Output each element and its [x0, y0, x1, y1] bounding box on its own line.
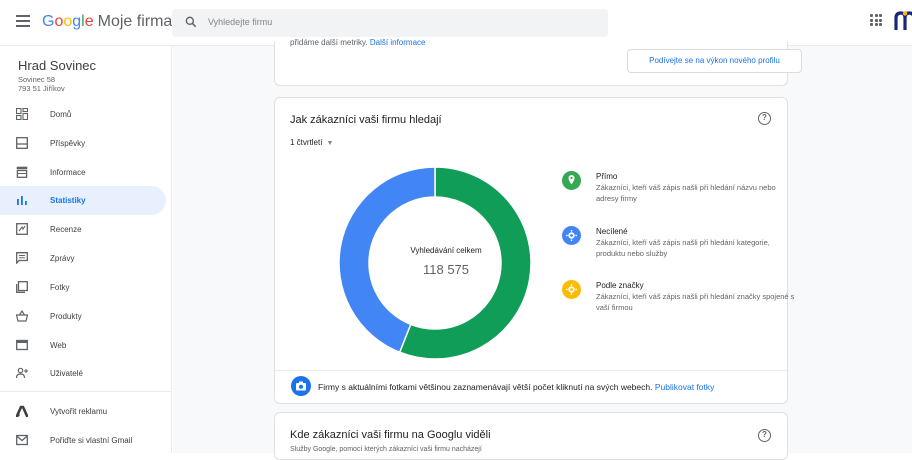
review-icon	[16, 223, 28, 235]
cut-text: přidáme další metriky.	[290, 38, 368, 47]
ads-icon	[16, 405, 28, 417]
sidebar-item-label: Recenze	[50, 225, 82, 234]
logo-letter: G	[42, 13, 55, 30]
help-icon[interactable]: ?	[758, 112, 771, 125]
search-box[interactable]: Vyhledejte firmu	[172, 9, 608, 37]
product-name: Moje firma	[97, 13, 173, 30]
store-info-icon	[16, 166, 28, 178]
card-title: Kde zákazníci vaši firmu na Googlu viděl…	[290, 429, 491, 441]
card-cut-text: přidáme další metriky. Další informace	[290, 38, 425, 47]
discovery-icon	[562, 226, 581, 245]
sidebar-item-label: Produkty	[50, 312, 82, 321]
publish-photos-link[interactable]: Publikovat fotky	[655, 382, 715, 392]
photo-tip-bar: Firmy s aktuálními fotkami většinou zazn…	[275, 370, 787, 403]
search-stats-card: Jak zákazníci vaši firmu hledají ? 1 čtv…	[274, 97, 794, 404]
sidebar-item-label: Zprávy	[50, 254, 75, 263]
sidebar-item-photos[interactable]: Fotky	[0, 273, 166, 302]
help-icon[interactable]: ?	[758, 429, 771, 442]
card-subtitle: Služby Google, pomocí kterých zákazníci …	[290, 446, 482, 453]
logo-letter: o	[63, 13, 73, 30]
learn-more-link[interactable]: Další informace	[370, 38, 426, 47]
sidebar-item-reviews[interactable]: Recenze	[0, 215, 166, 244]
sidebar-item-label: Statistiky	[50, 196, 86, 205]
sidebar-divider	[0, 391, 172, 392]
new-profile-card: přidáme další metriky. Další informace P…	[274, 38, 802, 86]
photo-icon	[16, 281, 28, 293]
sidebar-item-label: Pořiďte si vlastní Gmail	[50, 436, 133, 445]
period-dropdown[interactable]: 1 čtvrtletí ▼	[290, 138, 333, 147]
mail-icon	[16, 434, 28, 446]
legend-title: Necílené	[596, 227, 628, 236]
legend-title: Přímo	[596, 172, 618, 181]
main-content: přidáme další metriky. Další informace P…	[173, 38, 912, 460]
sidebar-item-label: Domů	[50, 110, 72, 119]
sidebar-item-gmail[interactable]: Pořiďte si vlastní Gmail	[0, 426, 166, 455]
search-icon	[185, 16, 197, 28]
sidebar-item-label: Fotky	[50, 283, 70, 292]
menu-icon[interactable]	[16, 15, 30, 27]
web-icon	[16, 339, 28, 351]
sidebar-item-label: Příspěvky	[50, 139, 86, 148]
period-value: 1 čtvrtletí	[290, 138, 323, 147]
google-my-business-logo[interactable]: Google Moje firma	[42, 13, 172, 31]
brand-icon	[562, 280, 581, 299]
apps-grid-icon[interactable]	[870, 14, 882, 26]
business-name: Hrad Sovinec	[18, 58, 97, 73]
location-pin-icon	[562, 171, 581, 190]
view-new-profile-button[interactable]: Podívejte se na výkon nového profilu	[627, 49, 802, 73]
logo-letter: g	[72, 13, 82, 30]
sidebar: Hrad Sovinec Sovinec 58 793 51 Jiříkov D…	[0, 46, 172, 453]
sidebar-item-label: Uživatelé	[50, 369, 83, 378]
sidebar-item-label: Informace	[50, 168, 86, 177]
sidebar-item-create-ad[interactable]: Vytvořit reklamu	[0, 397, 166, 426]
total-searches-label: Vyhledávání celkem	[410, 246, 482, 255]
legend-desc: Zákazníci, kteří váš zápis našli při hle…	[596, 183, 776, 203]
legend-title: Podle značky	[596, 281, 644, 290]
address-line: Sovinec 58	[18, 75, 56, 84]
legend-desc: Zákazníci, kteří váš zápis našli při hle…	[596, 238, 770, 258]
sidebar-item-home[interactable]: Domů	[0, 100, 166, 129]
address-line: 793 51 Jiříkov	[18, 84, 65, 93]
sidebar-item-products[interactable]: Produkty	[0, 302, 166, 331]
legend-desc: Zákazníci, kteří váš zápis našli při hle…	[596, 292, 795, 312]
sidebar-item-web[interactable]: Web	[0, 331, 166, 360]
sidebar-item-label: Web	[50, 341, 67, 350]
tip-message: Firmy s aktuálními fotkami většinou zazn…	[318, 382, 653, 392]
sidebar-item-posts[interactable]: Příspěvky	[0, 129, 166, 158]
message-icon	[16, 252, 28, 264]
sidebar-item-messages[interactable]: Zprávy	[0, 244, 166, 273]
chevron-down-icon: ▼	[326, 140, 334, 147]
sidebar-item-info[interactable]: Informace	[0, 158, 166, 187]
sidebar-item-label: Vytvořit reklamu	[50, 407, 108, 416]
sidebar-item-statistics[interactable]: Statistiky	[0, 186, 166, 215]
camera-icon	[291, 376, 311, 396]
card-title: Jak zákazníci vaši firmu hledají	[290, 114, 442, 126]
search-input[interactable]: Vyhledejte firmu	[208, 17, 272, 27]
logo-letter: e	[84, 13, 94, 30]
photo-tip-text: Firmy s aktuálními fotkami většinou zazn…	[318, 382, 714, 392]
donut-slice-necílené[interactable]	[338, 166, 436, 354]
posts-icon	[16, 137, 28, 149]
sidebar-item-users[interactable]: Uživatelé	[0, 359, 166, 388]
basket-icon	[16, 310, 28, 322]
home-grid-icon	[16, 108, 28, 120]
total-searches-value: 118 575	[422, 262, 470, 277]
add-user-icon	[16, 367, 28, 379]
business-address: Sovinec 58 793 51 Jiříkov	[18, 75, 65, 93]
top-bar: Google Moje firma Vyhledejte firmu	[0, 0, 912, 46]
bar-chart-icon	[17, 196, 27, 205]
account-logo-icon[interactable]	[894, 10, 912, 32]
